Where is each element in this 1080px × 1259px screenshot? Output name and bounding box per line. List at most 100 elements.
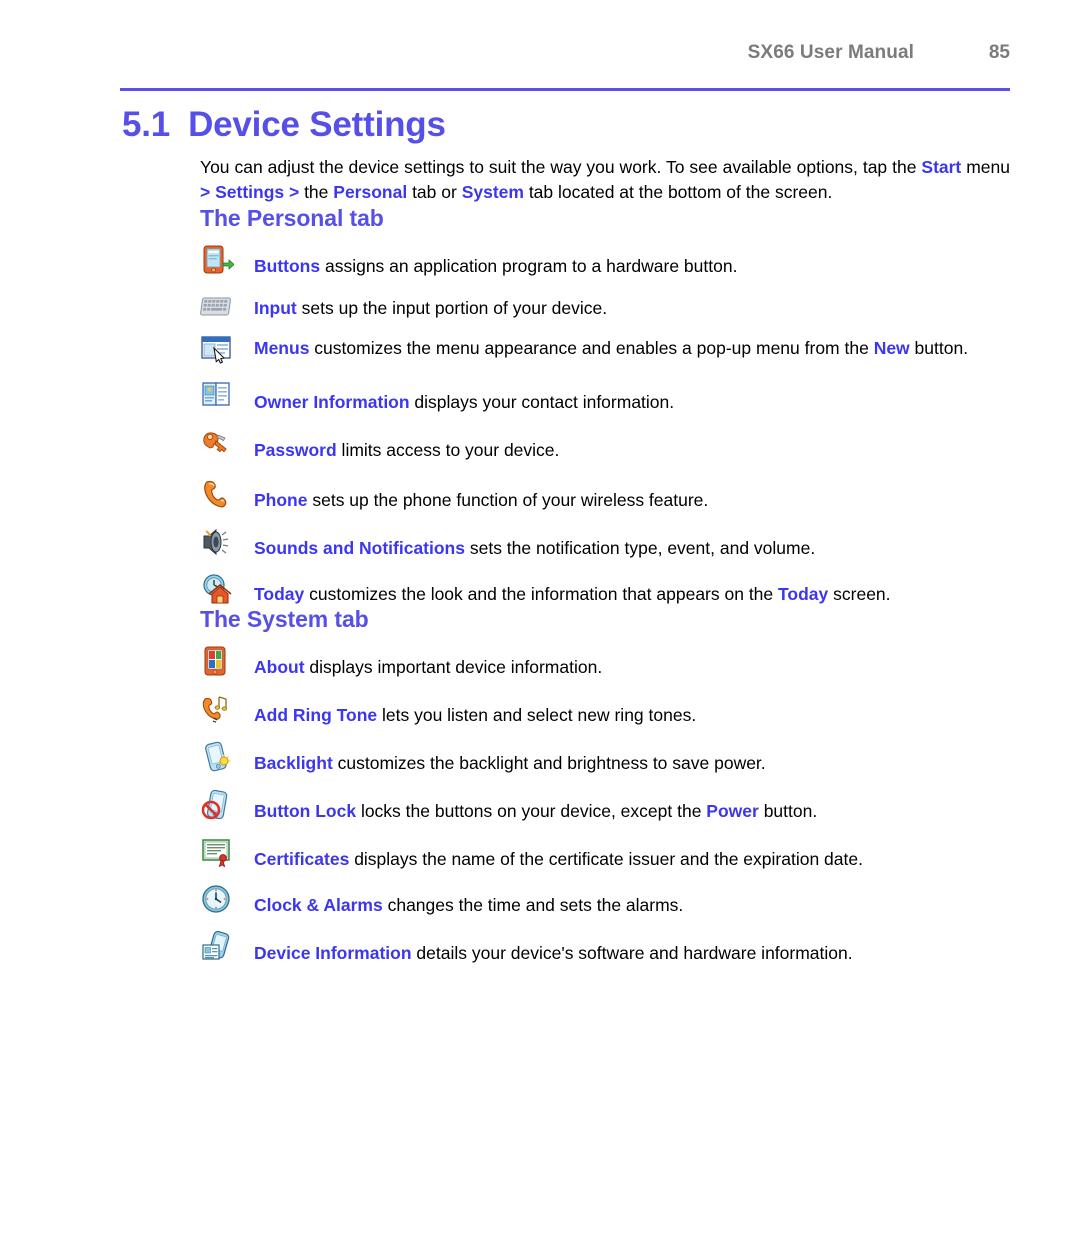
term-sounds-notifications: Sounds and Notifications <box>254 538 465 558</box>
term-new: New <box>873 338 910 358</box>
term-backlight: Backlight <box>254 753 333 773</box>
input-keyboard-icon <box>200 290 234 322</box>
list-item-text: Today customizes the look and the inform… <box>254 572 1010 606</box>
personal-entry-list: Buttons assigns an application program t… <box>200 244 1010 606</box>
term-password: Password <box>254 440 337 460</box>
backlight-icon <box>200 741 234 773</box>
document-page: SX66 User Manual 85 5.1 Device Settings Y… <box>0 0 1080 1259</box>
desc-about: displays important device information. <box>304 657 603 677</box>
desc-input: sets up the input portion of your device… <box>296 298 608 318</box>
desc-phone: sets up the phone function of your wirel… <box>307 490 709 510</box>
chapter-number: 5.1 <box>122 105 171 144</box>
list-item-text: Owner Information displays your contact … <box>254 380 1010 414</box>
desc-buttons: assigns an application program to a hard… <box>320 256 738 276</box>
list-item-text: Menus customizes the menu appearance and… <box>254 334 1010 360</box>
list-item: Button Lock locks the buttons on your de… <box>200 789 1010 823</box>
desc-certificates: displays the name of the certificate iss… <box>349 849 863 869</box>
keyword-system: System <box>461 182 524 202</box>
keyword-settings: > Settings > <box>200 182 300 202</box>
list-item-text: Password limits access to your device. <box>254 428 1010 462</box>
clock-alarms-icon <box>200 883 234 915</box>
term-buttons: Buttons <box>254 256 321 276</box>
page-title: 5.1 Device Settings <box>122 105 446 145</box>
button-lock-icon <box>200 789 234 821</box>
list-item-text: Phone sets up the phone function of your… <box>254 478 1010 512</box>
desc-today: customizes the look and the information … <box>304 584 779 604</box>
add-ring-tone-icon <box>200 693 234 725</box>
term-certificates: Certificates <box>254 849 350 869</box>
password-key-icon <box>200 428 234 460</box>
term-menus: Menus <box>254 338 310 358</box>
list-item: Clock & Alarms changes the time and sets… <box>200 883 1010 917</box>
term-device-information: Device Information <box>254 943 412 963</box>
list-item-text: About displays important device informat… <box>254 645 1010 679</box>
intro-text-1: You can adjust the device settings to su… <box>200 157 922 177</box>
list-item: About displays important device informat… <box>200 645 1010 679</box>
list-item-text: Button Lock locks the buttons on your de… <box>254 789 1010 823</box>
list-item: Phone sets up the phone function of your… <box>200 478 1010 512</box>
intro-text-2: menu <box>961 157 1010 177</box>
list-item-text: Clock & Alarms changes the time and sets… <box>254 883 1010 917</box>
list-item: Input sets up the input portion of your … <box>200 290 1010 324</box>
list-item-text: Input sets up the input portion of your … <box>254 290 1010 320</box>
list-item: Today customizes the look and the inform… <box>200 572 1010 606</box>
list-item: Menus customizes the menu appearance and… <box>200 334 1010 368</box>
page-body: You can adjust the device settings to su… <box>200 155 1010 965</box>
list-item: Buttons assigns an application program t… <box>200 244 1010 278</box>
list-item-text: Backlight customizes the backlight and b… <box>254 741 1010 775</box>
desc-sounds-notifications: sets the notification type, event, and v… <box>464 538 816 558</box>
manual-title: SX66 User Manual <box>747 42 914 63</box>
list-item: Backlight customizes the backlight and b… <box>200 741 1010 775</box>
term-today: Today <box>254 584 305 604</box>
intro-paragraph: You can adjust the device settings to su… <box>200 155 1010 205</box>
list-item-text: Device Information details your device's… <box>254 931 1010 965</box>
intro-text-3: the <box>299 182 334 202</box>
term-input: Input <box>254 298 297 318</box>
desc-password: limits access to your device. <box>336 440 560 460</box>
buttons-icon <box>200 244 234 276</box>
chapter-title-text: Device Settings <box>188 105 446 144</box>
about-icon <box>200 645 234 677</box>
section-heading-personal: The Personal tab <box>200 205 384 231</box>
list-item: Add Ring Tone lets you listen and select… <box>200 693 1010 727</box>
sounds-notifications-icon <box>200 526 234 558</box>
section-heading-system: The System tab <box>200 606 369 632</box>
list-item: Password limits access to your device. <box>200 428 1010 462</box>
today-icon <box>200 572 234 604</box>
list-item-text: Add Ring Tone lets you listen and select… <box>254 693 1010 727</box>
term-add-ring-tone: Add Ring Tone <box>254 705 378 725</box>
desc-today-2: screen. <box>828 584 891 604</box>
desc-button-lock-2: button. <box>758 801 818 821</box>
intro-text-5: tab located at the bottom of the screen. <box>523 182 833 202</box>
keyword-personal: Personal <box>333 182 408 202</box>
list-item-text: Buttons assigns an application program t… <box>254 244 1010 278</box>
certificates-icon <box>200 837 234 869</box>
keyword-start: Start <box>921 157 962 177</box>
term-phone: Phone <box>254 490 308 510</box>
header-divider <box>120 88 1010 91</box>
list-item: Device Information details your device's… <box>200 931 1010 965</box>
desc-owner-information: displays your contact information. <box>409 392 675 412</box>
owner-information-icon <box>200 380 234 412</box>
page-number: 85 <box>988 42 1010 63</box>
system-entry-list: About displays important device informat… <box>200 645 1010 965</box>
list-item-text: Certificates displays the name of the ce… <box>254 837 1010 871</box>
desc-clock-alarms: changes the time and sets the alarms. <box>382 895 684 915</box>
desc-menus: customizes the menu appearance and enabl… <box>309 338 874 358</box>
device-information-icon <box>200 931 234 963</box>
term-clock-alarms: Clock & Alarms <box>254 895 383 915</box>
term-button-lock: Button Lock <box>254 801 357 821</box>
term-today-screen: Today <box>778 584 829 604</box>
page-header: SX66 User Manual 85 <box>120 42 1010 64</box>
desc-device-information: details your device's software and hardw… <box>411 943 853 963</box>
desc-add-ring-tone: lets you listen and select new ring tone… <box>377 705 697 725</box>
desc-menus-2: button. <box>909 338 969 358</box>
term-owner-information: Owner Information <box>254 392 410 412</box>
menus-icon <box>200 334 234 366</box>
term-about: About <box>254 657 305 677</box>
term-power: Power <box>706 801 759 821</box>
list-item: Owner Information displays your contact … <box>200 380 1010 414</box>
intro-text-4: tab or <box>407 182 462 202</box>
phone-icon <box>200 478 234 510</box>
desc-backlight: customizes the backlight and brightness … <box>332 753 766 773</box>
